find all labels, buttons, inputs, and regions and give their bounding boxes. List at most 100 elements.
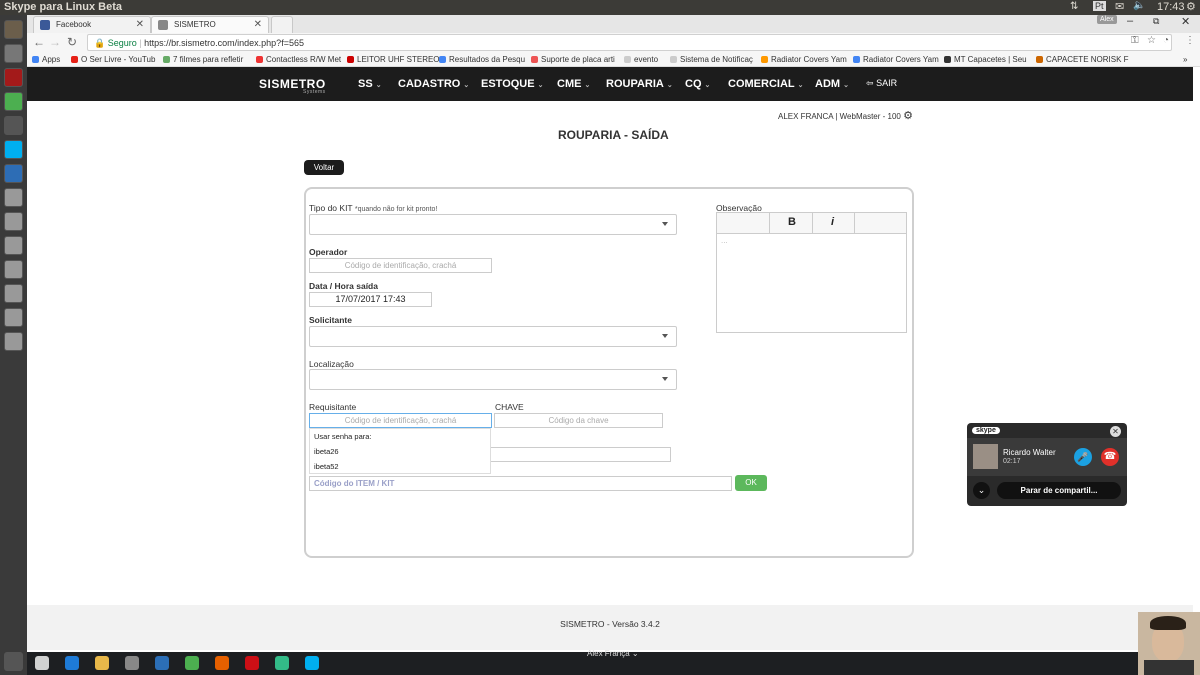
bookmark-item[interactable]: O Ser Livre - YouTub: [71, 55, 155, 64]
bookmark-item[interactable]: evento: [624, 55, 658, 64]
mail-icon[interactable]: ✉: [1115, 0, 1124, 13]
more-bookmarks-icon[interactable]: »: [1183, 55, 1187, 64]
drive-icon[interactable]: [4, 236, 23, 255]
dash-icon[interactable]: [4, 20, 23, 39]
bookmark-item[interactable]: Sistema de Notificaç: [670, 55, 753, 64]
windows-start-icon[interactable]: [35, 656, 49, 670]
bookmark-item[interactable]: Radiator Covers Yam: [853, 55, 939, 64]
folder-icon[interactable]: [95, 656, 109, 670]
chevron-down-icon[interactable]: ⌄: [973, 482, 990, 499]
drive-icon[interactable]: [4, 188, 23, 207]
clock[interactable]: 17:43: [1157, 1, 1185, 13]
opera-icon[interactable]: [245, 656, 259, 670]
app-icon[interactable]: [275, 656, 289, 670]
skype-icon[interactable]: [305, 656, 319, 670]
close-icon[interactable]: ✕: [136, 19, 144, 30]
bookmark-item[interactable]: Contactless R/W Met: [256, 55, 341, 64]
menu-rouparia[interactable]: ROUPARIA ⌄: [606, 78, 673, 90]
keyboard-layout-icon[interactable]: Pt: [1093, 1, 1106, 11]
extension-icon[interactable]: ◔: [1163, 35, 1169, 46]
ok-button[interactable]: OK: [735, 475, 767, 491]
cloud-icon[interactable]: [4, 164, 23, 183]
trash-icon[interactable]: [4, 652, 23, 671]
menu-cadastro[interactable]: CADASTRO ⌄: [398, 78, 469, 90]
drive-icon[interactable]: [4, 212, 23, 231]
hidden-field-input[interactable]: [490, 447, 671, 462]
menu-cq[interactable]: CQ ⌄: [685, 78, 710, 90]
drive-icon[interactable]: [4, 308, 23, 327]
tipo-kit-select[interactable]: [309, 214, 677, 235]
microphone-icon[interactable]: 🎤: [1074, 448, 1092, 466]
drive-icon[interactable]: [4, 260, 23, 279]
gear-icon[interactable]: ⚙: [903, 110, 913, 122]
menu-estoque[interactable]: ESTOQUE ⌄: [481, 78, 543, 90]
requisitante-input[interactable]: Código de identificação, crachá: [309, 413, 492, 428]
page-icon: [670, 56, 677, 63]
back-button[interactable]: Voltar: [304, 160, 344, 175]
url-field[interactable]: 🔒 Seguro | https://br.sismetro.com/index…: [87, 34, 1172, 51]
network-icon[interactable]: ⇅: [1070, 1, 1078, 12]
sismetro-logo[interactable]: SISMETRO Systems: [259, 77, 326, 95]
menu-cme[interactable]: CME ⌄: [557, 78, 590, 90]
terminal-icon[interactable]: [4, 116, 23, 135]
edge-icon[interactable]: [65, 656, 79, 670]
reload-icon[interactable]: ↻: [67, 35, 77, 49]
bookmark-item[interactable]: CAPACETE NORISK F: [1036, 55, 1129, 64]
app-icon[interactable]: [4, 68, 23, 87]
drive-icon[interactable]: [4, 332, 23, 351]
taskbar-user[interactable]: Alex França ⌄: [587, 649, 639, 658]
bookmark-item[interactable]: LEITOR UHF STEREO: [347, 55, 440, 64]
logout-link[interactable]: ⇦ SAIR: [866, 78, 897, 89]
drive-icon[interactable]: [4, 284, 23, 303]
autocomplete-option[interactable]: ibeta26: [310, 444, 490, 459]
data-hora-input[interactable]: 17/07/2017 17:43: [309, 292, 432, 307]
bookmark-item[interactable]: 7 filmes para refletir: [163, 55, 243, 64]
settings-gear-icon[interactable]: ⚙: [1186, 0, 1196, 13]
star-icon[interactable]: ☆: [1147, 35, 1156, 46]
back-arrow-icon[interactable]: ←: [33, 35, 45, 49]
minimize-icon[interactable]: –: [1127, 15, 1133, 27]
firefox-icon[interactable]: [215, 656, 229, 670]
chrome-icon[interactable]: [4, 92, 23, 111]
solicitante-select[interactable]: [309, 326, 677, 347]
menu-dots-icon[interactable]: ⋮: [1185, 35, 1195, 46]
menu-comercial[interactable]: COMERCIAL ⌄: [728, 78, 803, 90]
tab-sismetro[interactable]: SISMETRO ✕: [151, 16, 269, 33]
address-bar-row: ← → ↻ 🔒 Seguro | https://br.sismetro.com…: [27, 33, 1200, 52]
item-kit-input[interactable]: Código do ITEM / KIT: [309, 476, 732, 491]
tab-facebook[interactable]: Facebook ✕: [33, 16, 151, 33]
bookmark-item[interactable]: Resultados da Pesqu: [439, 55, 525, 64]
menu-adm[interactable]: ADM ⌄: [815, 78, 849, 90]
data-hora-label: Data / Hora saída: [309, 281, 378, 291]
app-icon[interactable]: [155, 656, 169, 670]
close-window-icon[interactable]: ✕: [1181, 15, 1190, 28]
tipo-kit-label: Tipo do KIT *quando não for kit pronto!: [309, 203, 438, 213]
bookmark-item[interactable]: MT Capacetes | Seu: [944, 55, 1027, 64]
menu-ss[interactable]: SS ⌄: [358, 78, 382, 90]
bold-button[interactable]: B: [788, 216, 796, 228]
bookmark-item[interactable]: Suporte de placa arti: [531, 55, 615, 64]
close-icon[interactable]: ✕: [254, 19, 262, 30]
operador-input[interactable]: Código de identificação, crachá: [309, 258, 492, 273]
localizacao-select[interactable]: [309, 369, 677, 390]
google-icon: [853, 56, 860, 63]
volume-icon[interactable]: 🔈: [1133, 0, 1145, 11]
store-icon[interactable]: [125, 656, 139, 670]
bookmark-apps[interactable]: Apps: [32, 55, 60, 64]
skype-icon[interactable]: [4, 140, 23, 159]
key-icon[interactable]: ⚿: [1131, 35, 1139, 46]
chave-input[interactable]: Código da chave: [494, 413, 663, 428]
autocomplete-option[interactable]: ibeta52: [310, 459, 490, 474]
forward-arrow-icon[interactable]: →: [49, 35, 61, 49]
profile-icon[interactable]: Alex: [1097, 15, 1117, 24]
files-icon[interactable]: [4, 44, 23, 63]
new-tab-button[interactable]: [271, 16, 293, 33]
close-icon[interactable]: ✕: [1110, 426, 1121, 437]
stop-sharing-button[interactable]: Parar de compartil...: [997, 482, 1121, 499]
bookmark-item[interactable]: Radiator Covers Yam: [761, 55, 847, 64]
restore-icon[interactable]: ⧉: [1153, 16, 1159, 27]
observacao-editor[interactable]: ...: [716, 234, 907, 333]
hangup-icon[interactable]: ☎: [1101, 448, 1119, 466]
italic-button[interactable]: i: [831, 216, 834, 228]
chrome-icon[interactable]: [185, 656, 199, 670]
